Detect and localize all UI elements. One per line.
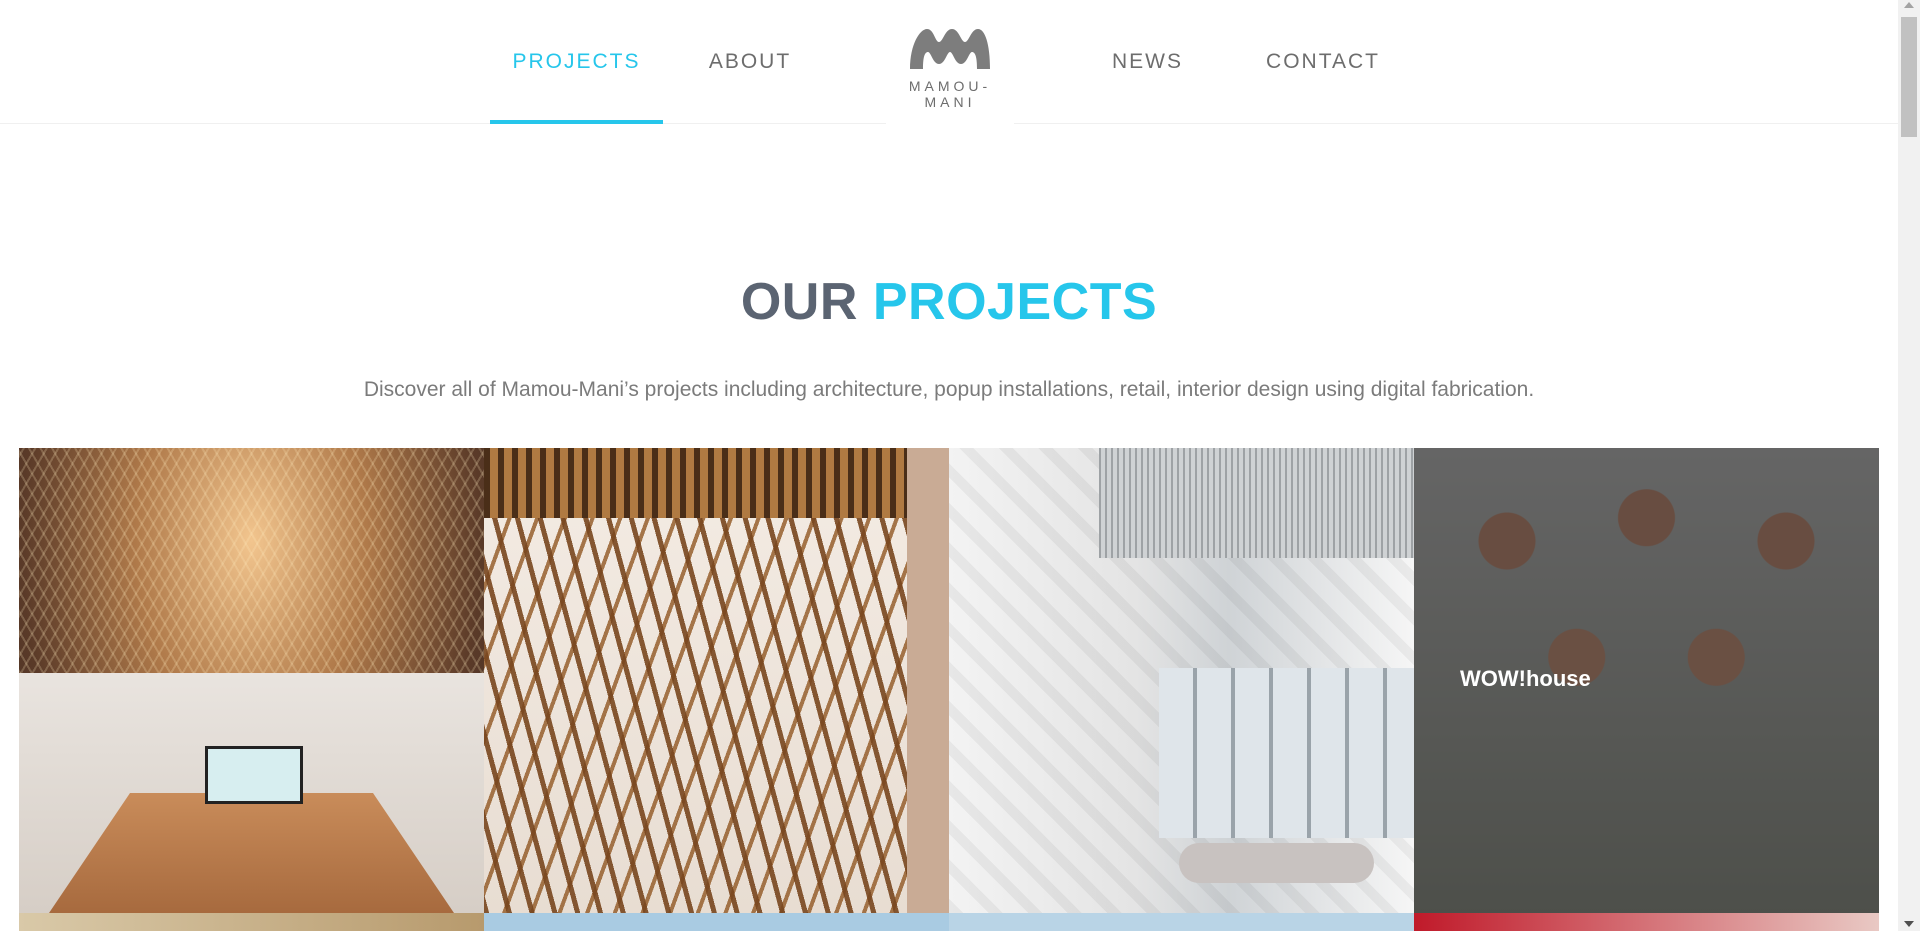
project-tile[interactable] — [949, 448, 1414, 913]
page-title-part2: PROJECTS — [872, 273, 1158, 331]
project-tile-partial[interactable] — [484, 913, 949, 931]
project-image-detail — [205, 746, 303, 804]
projects-grid: WOW!house — [19, 448, 1879, 931]
project-image-detail — [1159, 668, 1414, 838]
page-title: OUR PROJECTS — [0, 272, 1898, 332]
project-title: WOW!house — [1460, 666, 1591, 691]
nav-news[interactable]: NEWS — [1100, 0, 1195, 123]
nav-contact[interactable]: CONTACT — [1258, 0, 1388, 123]
nav-projects[interactable]: PROJECTS — [490, 0, 663, 124]
project-tile-hovered[interactable]: WOW!house — [1414, 448, 1879, 913]
project-tile[interactable] — [19, 448, 484, 913]
scrollbar-thumb[interactable] — [1901, 17, 1917, 137]
project-image-detail — [907, 448, 949, 913]
scroll-down-icon[interactable] — [1904, 921, 1914, 927]
site-header: PROJECTS ABOUT MAMOU-MANI NEWS CONTACT — [0, 0, 1898, 126]
project-tile-partial[interactable] — [19, 913, 484, 931]
project-image — [484, 448, 949, 518]
vertical-scrollbar[interactable] — [1898, 0, 1920, 931]
nav-about[interactable]: ABOUT — [690, 0, 810, 123]
page-title-part1: OUR — [740, 273, 858, 331]
scroll-up-icon[interactable] — [1904, 2, 1914, 8]
project-tile-partial[interactable] — [949, 913, 1414, 931]
project-image — [1099, 448, 1414, 558]
logo-icon — [910, 29, 990, 69]
project-tile-partial[interactable] — [1414, 913, 1879, 931]
logo-text: MAMOU-MANI — [908, 78, 992, 110]
project-image-detail — [1179, 843, 1374, 883]
logo[interactable]: MAMOU-MANI — [886, 24, 1014, 126]
project-tile[interactable] — [484, 448, 949, 913]
page-subtitle: Discover all of Mamou-Mani’s projects in… — [363, 378, 1535, 401]
